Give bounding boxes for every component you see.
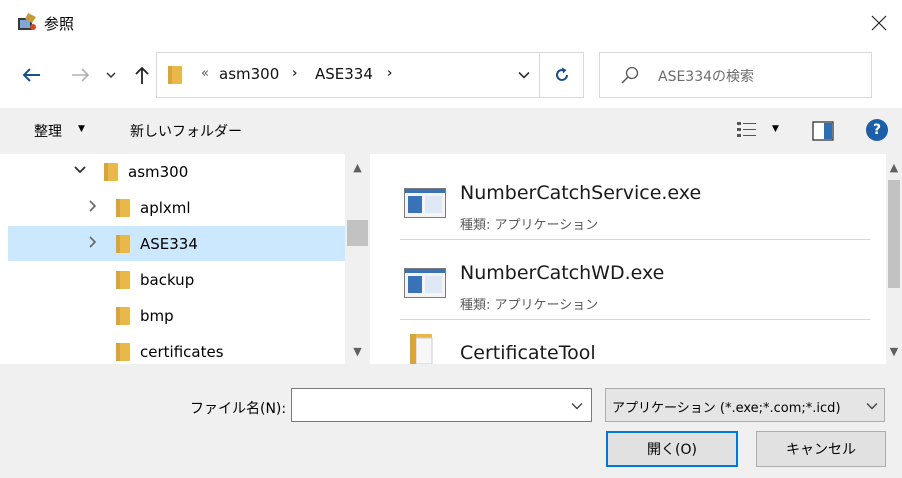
title-bar: 参照 xyxy=(0,0,902,46)
file-item-numbercatchservice[interactable]: NumberCatchService.exe 種類: アプリケーション xyxy=(400,160,870,240)
breadcrumb-ase334[interactable]: ASE334 xyxy=(315,65,373,83)
forward-button[interactable] xyxy=(66,62,96,88)
navigation-tree[interactable]: asm300 aplxml ASE334 backup bmp certific… xyxy=(0,154,345,364)
caret-down-icon: ▼ xyxy=(78,124,85,134)
chevron-down-icon[interactable] xyxy=(571,398,583,414)
view-options-button[interactable] xyxy=(736,120,758,146)
tree-item-certificates[interactable]: certificates xyxy=(8,334,345,364)
tree-item-ase334[interactable]: ASE334 xyxy=(8,226,345,261)
folder-icon xyxy=(104,163,118,185)
tree-item-label: bmp xyxy=(140,307,174,325)
cancel-button[interactable]: キャンセル xyxy=(756,431,886,467)
refresh-icon xyxy=(555,67,568,81)
file-type: 種類: アプリケーション xyxy=(460,298,599,313)
file-type-filter[interactable]: アプリケーション (*.exe;*.com;*.icd) xyxy=(605,388,885,422)
dialog-app-icon xyxy=(16,11,38,33)
scroll-down-icon[interactable]: ▼ xyxy=(886,340,902,362)
filename-label: ファイル名(N): xyxy=(190,401,287,417)
tree-item-backup[interactable]: backup xyxy=(8,262,345,297)
collapse-chevron-icon[interactable] xyxy=(88,236,98,251)
up-arrow-icon xyxy=(135,66,149,84)
preview-pane-icon xyxy=(812,121,834,141)
recent-locations-button[interactable] xyxy=(100,64,122,86)
organize-button[interactable]: 整理 xyxy=(34,121,62,141)
help-button[interactable]: ? xyxy=(866,119,888,141)
file-list-scrollbar[interactable]: ▲ ▼ xyxy=(886,154,902,364)
folder-icon xyxy=(116,343,130,364)
search-placeholder: ASE334の検索 xyxy=(658,69,755,85)
file-item-certificatetool[interactable]: CertificateTool xyxy=(400,320,870,364)
file-name: NumberCatchService.exe xyxy=(460,182,702,204)
folder-icon xyxy=(116,235,130,257)
chevron-down-icon xyxy=(518,71,530,79)
folder-icon xyxy=(167,65,183,89)
tree-item-label: asm300 xyxy=(128,163,189,181)
details-view-icon xyxy=(737,122,756,137)
collapse-chevron-icon[interactable] xyxy=(88,200,98,215)
tree-item-bmp[interactable]: bmp xyxy=(8,298,345,333)
navigation-bar: « asm300 › ASE334 › ASE334の検索 xyxy=(0,52,902,98)
folder-icon xyxy=(116,307,130,329)
new-folder-button[interactable]: 新しいフォルダー xyxy=(130,121,242,141)
up-button[interactable] xyxy=(128,61,156,89)
application-icon xyxy=(404,268,446,302)
refresh-button[interactable] xyxy=(539,53,583,97)
preview-pane-button[interactable] xyxy=(812,121,834,145)
forward-arrow-icon xyxy=(72,68,90,82)
close-icon xyxy=(871,15,887,31)
file-item-numbercatchwd[interactable]: NumberCatchWD.exe 種類: アプリケーション xyxy=(400,240,870,320)
file-name: NumberCatchWD.exe xyxy=(460,262,665,284)
tree-item-label: certificates xyxy=(140,343,224,361)
tree-item-label: aplxml xyxy=(140,199,191,217)
scroll-up-icon[interactable]: ▲ xyxy=(345,156,370,178)
breadcrumb-separator[interactable]: › xyxy=(387,66,392,81)
folder-icon xyxy=(116,199,130,221)
filter-value: アプリケーション (*.exe;*.com;*.icd) xyxy=(612,401,841,416)
tree-item-asm300[interactable]: asm300 xyxy=(8,154,345,189)
breadcrumb-separator[interactable]: › xyxy=(292,66,297,81)
search-box[interactable]: ASE334の検索 xyxy=(599,52,872,98)
expand-chevron-icon[interactable] xyxy=(74,164,86,178)
application-icon xyxy=(404,188,446,222)
caret-down-icon[interactable]: ▼ xyxy=(772,124,779,134)
chevron-down-icon xyxy=(106,72,116,79)
command-toolbar: 整理 ▼ 新しいフォルダー ▼ ? xyxy=(0,108,902,154)
back-arrow-icon xyxy=(22,68,40,82)
scroll-up-icon[interactable]: ▲ xyxy=(886,156,902,178)
folder-icon xyxy=(410,332,436,364)
open-button[interactable]: 開く(O) xyxy=(606,431,738,467)
back-button[interactable] xyxy=(16,62,46,88)
chevron-down-icon xyxy=(866,398,878,414)
address-overflow[interactable]: « xyxy=(201,66,209,81)
scroll-thumb[interactable] xyxy=(347,220,368,246)
address-bar[interactable]: « asm300 › ASE334 › xyxy=(156,52,584,98)
scroll-thumb[interactable] xyxy=(888,180,900,288)
folder-icon xyxy=(116,271,130,293)
address-dropdown-button[interactable] xyxy=(509,53,539,97)
tree-item-label: ASE334 xyxy=(140,235,198,253)
dialog-footer: ファイル名(N): アプリケーション (*.exe;*.com;*.icd) 開… xyxy=(0,364,902,478)
filename-input[interactable] xyxy=(291,388,592,422)
dialog-title: 参照 xyxy=(44,15,75,33)
file-name: CertificateTool xyxy=(460,342,596,364)
tree-item-aplxml[interactable]: aplxml xyxy=(8,190,345,225)
file-type: 種類: アプリケーション xyxy=(460,218,599,233)
file-list[interactable]: NumberCatchService.exe 種類: アプリケーション Numb… xyxy=(372,154,886,364)
breadcrumb-asm300[interactable]: asm300 xyxy=(219,65,279,83)
search-icon xyxy=(620,65,640,89)
tree-scrollbar[interactable]: ▲ ▼ xyxy=(345,154,370,364)
tree-item-label: backup xyxy=(140,271,195,289)
scroll-down-icon[interactable]: ▼ xyxy=(345,340,370,362)
close-button[interactable] xyxy=(856,0,902,46)
